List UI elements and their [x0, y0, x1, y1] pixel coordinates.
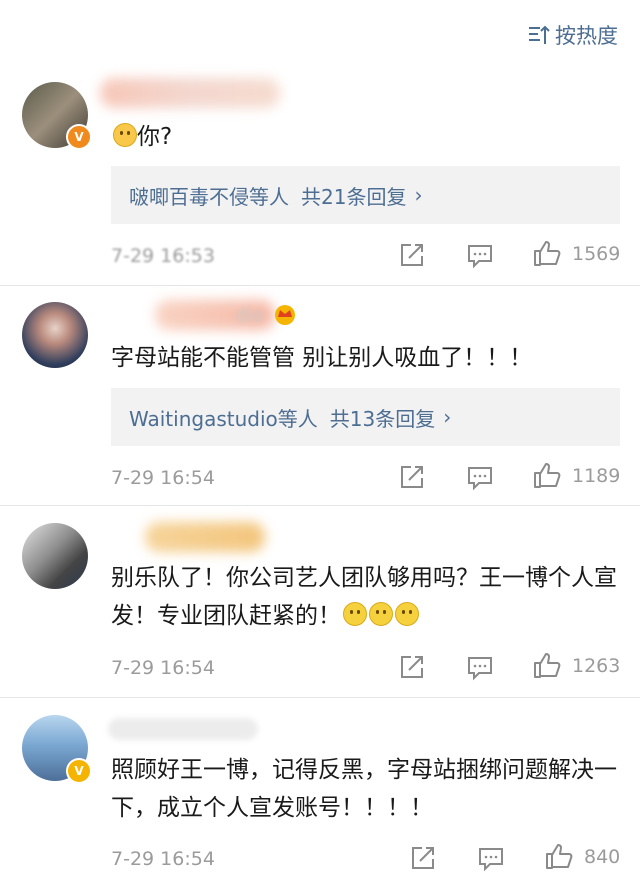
blurred-username	[108, 718, 258, 740]
comment-icon[interactable]	[478, 846, 504, 872]
comment-actions: 7-29 16:54	[111, 844, 620, 874]
timestamp: 7-29 16:54	[111, 848, 215, 870]
share-icon[interactable]	[410, 845, 436, 871]
comment-text: 照顾好王一博，记得反黑，字母站捆绑问题解决一下，成立个人宣发账号！！！！	[111, 757, 617, 821]
like-count: 840	[584, 846, 621, 868]
like-icon[interactable]	[545, 842, 573, 870]
comment-item: V 照顾好王一博，记得反黑，字母站捆绑问题解决一下，成立个人宣发账号！！！！ 7…	[0, 0, 640, 875]
verified-badge-icon: V	[66, 758, 92, 784]
